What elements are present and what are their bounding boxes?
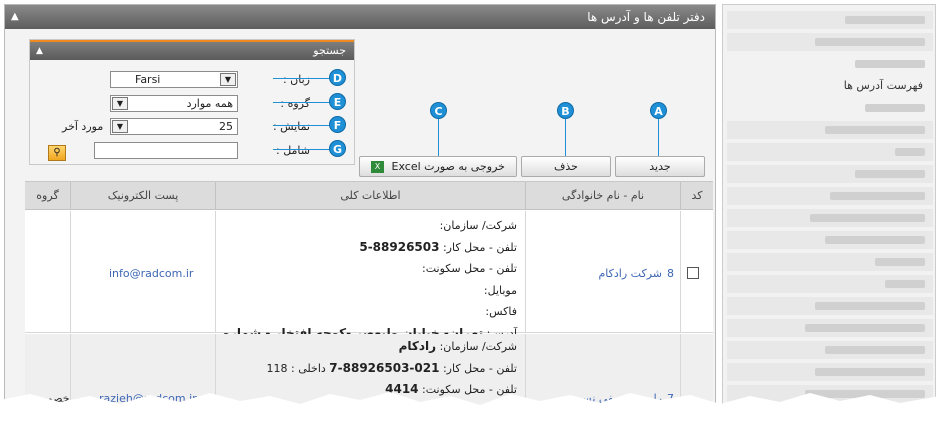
chevron-down-icon[interactable]: ▼ <box>112 97 128 110</box>
group-select-value: همه موارد <box>186 97 233 110</box>
sidebar-item[interactable] <box>727 99 933 117</box>
table-header: کد نام - نام خانوادگی اطلاعات کلی پست ال… <box>25 182 713 210</box>
new-button[interactable]: جدید <box>615 156 705 177</box>
torn-edge-decoration <box>0 392 940 437</box>
info-company: شرکت/ سازمان: رادکام <box>398 339 517 353</box>
callout-b: B <box>557 102 574 119</box>
collapse-icon[interactable]: ▲ <box>11 5 19 29</box>
sidebar-item[interactable] <box>727 275 933 293</box>
show-suffix-label: مورد آخر <box>62 120 104 133</box>
sidebar-item[interactable] <box>727 319 933 337</box>
callout-d: D <box>329 69 346 86</box>
chevron-down-icon[interactable]: ▼ <box>220 73 236 86</box>
col-info[interactable]: اطلاعات کلی <box>215 182 525 210</box>
contains-label: شامل : <box>276 144 310 157</box>
info-fax: فاکس: <box>485 305 517 318</box>
callout-line <box>438 119 439 156</box>
sidebar-item[interactable] <box>727 253 933 271</box>
sidebar-item[interactable] <box>727 341 933 359</box>
info-home-phone: تلفن - محل سکونت: <box>422 262 517 275</box>
group-select[interactable]: همه موارد ▼ <box>110 95 238 112</box>
callout-line <box>273 125 331 126</box>
row-name-link[interactable]: شرکت رادکام <box>599 267 663 280</box>
show-count-value: 25 <box>219 120 233 133</box>
callout-line <box>273 102 331 103</box>
email-cell: info@radcom.ir <box>70 211 215 332</box>
contacts-table: کد نام - نام خانوادگی اطلاعات کلی پست ال… <box>25 181 713 415</box>
table-row[interactable]: 8 شرکت رادکام شرکت/ سازمان: تلفن - محل ک… <box>25 211 713 361</box>
window-title: دفتر تلفن ها و آدرس ها <box>587 10 705 24</box>
sidebar-item[interactable] <box>727 121 933 139</box>
export-excel-button[interactable]: خروجی به صورت Excel X <box>359 156 517 177</box>
row-email-link[interactable]: info@radcom.ir <box>109 267 193 280</box>
col-group[interactable]: گروه <box>25 182 70 210</box>
callout-line <box>273 78 331 79</box>
excel-icon: X <box>371 161 385 173</box>
collapse-icon[interactable]: ▲ <box>36 42 43 60</box>
sidebar-item[interactable] <box>727 231 933 249</box>
sidebar-item[interactable] <box>727 297 933 315</box>
row-select-cell <box>680 211 713 332</box>
col-code[interactable]: کد <box>680 182 713 210</box>
export-excel-label: خروجی به صورت Excel <box>391 160 505 173</box>
language-select[interactable]: Farsi ▼ <box>110 71 238 88</box>
sidebar-item[interactable] <box>727 209 933 227</box>
info-work-phone: تلفن - محل کار: 021-88926503-7 داخلی : 1… <box>266 360 518 375</box>
chevron-down-icon[interactable]: ▼ <box>112 120 128 133</box>
info-company: شرکت/ سازمان: <box>439 219 517 232</box>
sidebar-item[interactable] <box>727 143 933 161</box>
info-mobile: موبایل: <box>483 283 517 297</box>
search-panel-title: جستجو <box>313 44 346 57</box>
search-button[interactable]: ⚲ <box>48 145 66 161</box>
search-icon: ⚲ <box>53 147 61 158</box>
sidebar-item[interactable] <box>727 55 933 73</box>
col-email[interactable]: پست الکترونیک <box>70 182 215 210</box>
col-name[interactable]: نام - نام خانوادگی <box>525 182 680 210</box>
language-label: زبان : <box>282 73 310 86</box>
row-code: 8 <box>667 267 674 280</box>
contains-input[interactable] <box>94 142 238 159</box>
group-cell <box>25 211 70 332</box>
callout-a: A <box>650 102 667 119</box>
sidebar-item-address-list[interactable]: فهرست آدرس ها <box>844 79 923 92</box>
row-checkbox[interactable] <box>687 267 699 279</box>
callout-line <box>273 149 331 150</box>
sidebar-item[interactable] <box>727 165 933 183</box>
sidebar: فهرست آدرس ها <box>722 4 936 416</box>
show-label: نمایش : <box>272 120 310 133</box>
name-cell: 8 شرکت رادکام <box>525 211 680 332</box>
sidebar-item[interactable] <box>727 187 933 205</box>
delete-button[interactable]: حذف <box>521 156 611 177</box>
window-titlebar: دفتر تلفن ها و آدرس ها ▲ <box>5 5 715 29</box>
callout-f: F <box>329 116 346 133</box>
callout-g: G <box>329 140 346 157</box>
info-cell: شرکت/ سازمان: تلفن - محل کار: 88926503-5… <box>215 211 525 361</box>
callout-c: C <box>430 102 447 119</box>
group-label: گروه : <box>280 97 310 110</box>
show-count-select[interactable]: 25 ▼ <box>110 118 238 135</box>
sidebar-item[interactable] <box>727 33 933 51</box>
sidebar-item[interactable] <box>727 363 933 381</box>
language-select-value: Farsi <box>135 73 161 86</box>
sidebar-item[interactable] <box>727 11 933 29</box>
info-work-phone: تلفن - محل کار: 88926503-5 <box>359 239 517 254</box>
search-panel-header: جستجو ▲ <box>30 40 354 60</box>
address-book-window: دفتر تلفن ها و آدرس ها ▲ جستجو ▲ زبان : … <box>4 4 716 416</box>
callout-line <box>565 119 566 156</box>
callout-line <box>658 119 659 156</box>
callout-e: E <box>329 93 346 110</box>
